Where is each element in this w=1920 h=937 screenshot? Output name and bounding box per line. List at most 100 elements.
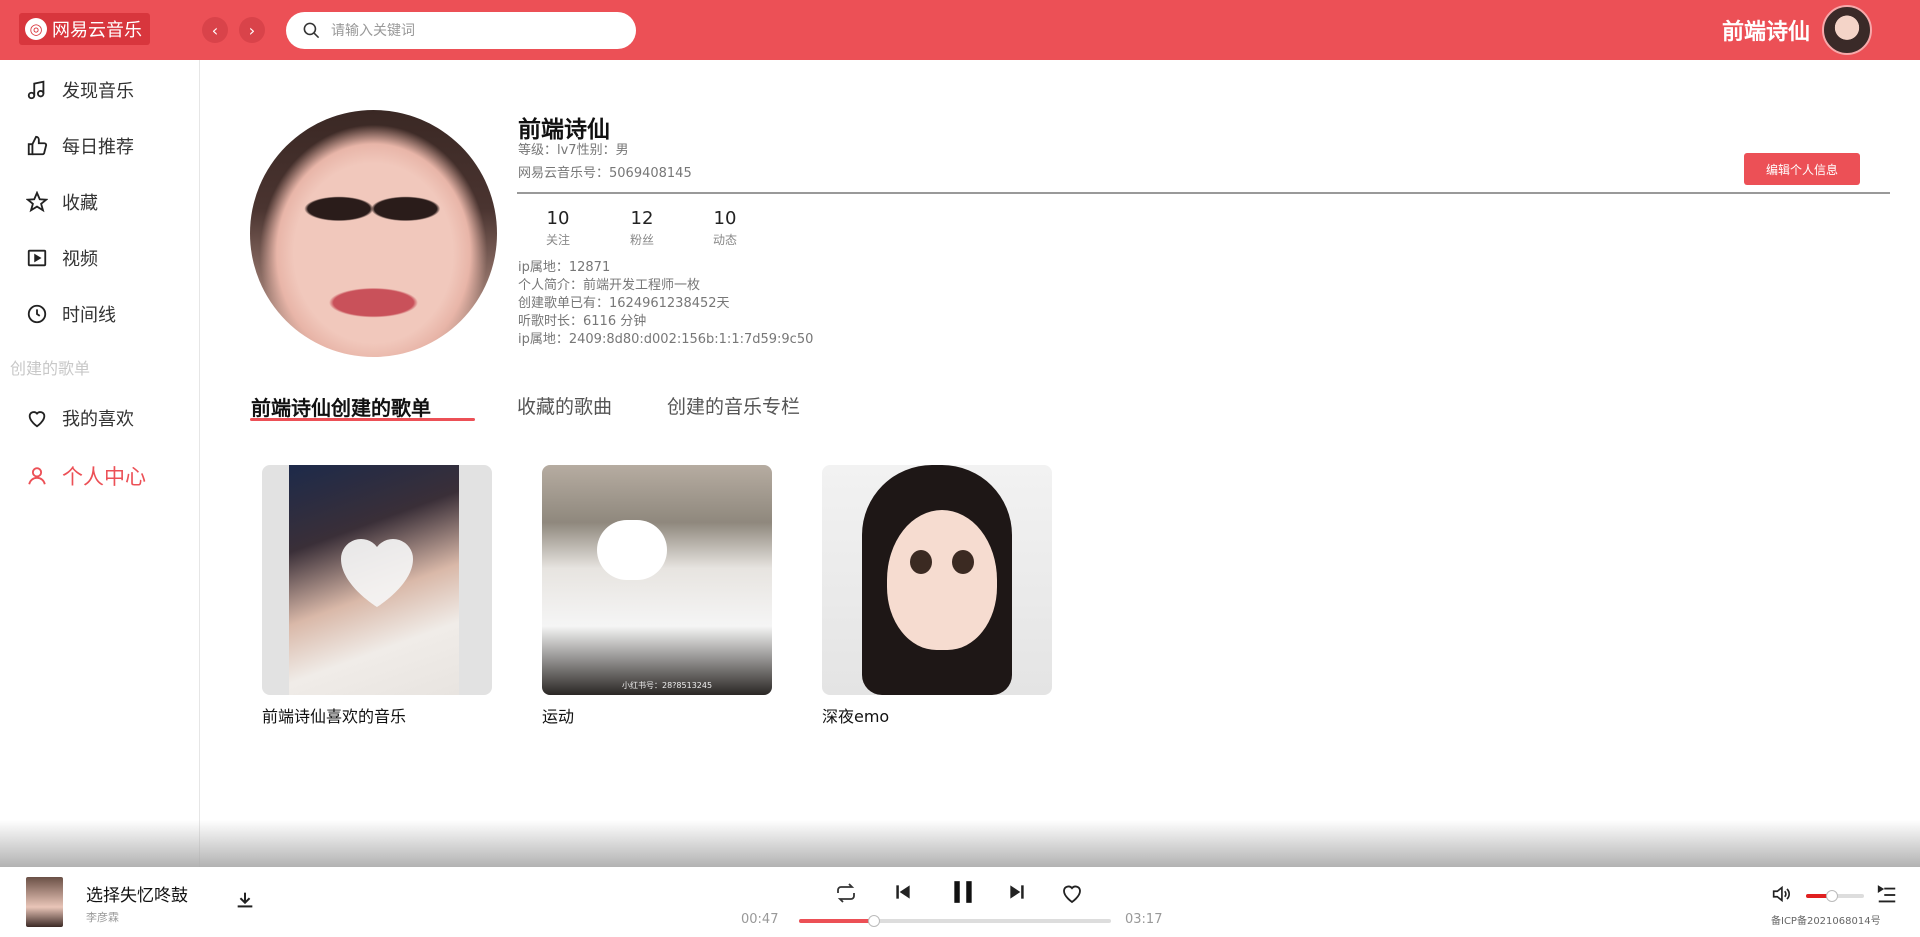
heart-icon	[341, 539, 413, 607]
player-bar: 选择失忆咚鼓 李彦霖 00:47 03:17 备ICP备2021068014号	[0, 867, 1920, 937]
song-cover[interactable]	[26, 877, 63, 927]
netease-music-logo-icon: ◎	[25, 18, 47, 40]
created-playlists-heading: 创建的歌单	[10, 359, 91, 378]
playlist-cover[interactable]	[262, 465, 492, 695]
video-icon	[27, 249, 47, 267]
playlist-cover[interactable]: 小红书号：28?8513245	[542, 465, 772, 695]
app-name: 网易云音乐	[52, 20, 142, 41]
cover-watermark: 小红书号：28?8513245	[622, 681, 713, 690]
search-icon	[303, 22, 320, 39]
sidebar-item-favorites[interactable]: 收藏	[26, 189, 98, 215]
search-input[interactable]	[331, 22, 611, 39]
chevron-left-icon: ‹	[211, 20, 219, 40]
download-icon	[237, 892, 253, 908]
stat-following[interactable]: 10 关注	[528, 208, 588, 248]
forward-button[interactable]: ›	[239, 17, 265, 43]
progress-knob[interactable]	[867, 915, 880, 927]
sidebar-item-label: 个人中心	[62, 465, 146, 489]
thumbs-up-icon	[27, 135, 48, 156]
sidebar-item-label: 我的喜欢	[62, 409, 134, 430]
sidebar: 发现音乐 每日推荐 收藏 视频 时间线 创建的歌单 我的喜欢 个人中心	[0, 60, 200, 867]
stat-label: 关注	[545, 233, 570, 247]
edit-profile-button[interactable]: 编辑个人信息	[1744, 153, 1860, 185]
info-listen-duration: 听歌时长：6116 分钟	[518, 314, 647, 329]
info-bio: 个人简介：前端开发工程师一枚	[518, 278, 701, 293]
previous-button[interactable]	[893, 882, 913, 902]
repeat-button[interactable]	[834, 881, 858, 905]
playlist-cover[interactable]	[822, 465, 1052, 695]
music-note-icon	[27, 80, 45, 100]
sidebar-item-timeline[interactable]: 时间线	[26, 301, 116, 327]
stat-followers[interactable]: 12 粉丝	[612, 208, 672, 248]
header-avatar[interactable]	[1822, 5, 1872, 55]
playlist-card[interactable]: 前端诗仙喜欢的音乐	[262, 465, 492, 727]
playlist-title[interactable]: 深夜emo	[822, 703, 1052, 727]
stat-value: 10	[546, 208, 570, 229]
song-artist[interactable]: 李彦霖	[86, 909, 119, 925]
clock-icon	[27, 304, 47, 324]
song-title[interactable]: 选择失忆咚鼓	[86, 881, 188, 906]
heart-icon	[1063, 885, 1081, 904]
profile-avatar	[250, 110, 497, 357]
player-shadow	[0, 820, 1920, 867]
sidebar-item-label: 发现音乐	[62, 81, 134, 102]
progress-bar[interactable]	[799, 915, 1111, 927]
info-ip-location: ip属地：12871	[518, 260, 611, 275]
skip-next-icon	[1010, 885, 1024, 899]
playlist-card[interactable]: 小红书号：28?8513245 运动	[542, 465, 772, 727]
total-time: 03:17	[1125, 912, 1163, 927]
download-button[interactable]	[234, 889, 256, 911]
star-icon	[26, 191, 48, 213]
heart-icon	[28, 411, 46, 428]
stat-value: 10	[713, 208, 737, 229]
profile-account-id: 网易云音乐号：5069408145	[518, 166, 692, 181]
header-user[interactable]: 前端诗仙	[1722, 5, 1872, 55]
info-ip-address: ip属地：2409:8d80:d002:156b:1:1:7d59:9c50	[518, 332, 814, 347]
sidebar-item-video[interactable]: 视频	[26, 245, 98, 271]
stat-label: 动态	[712, 233, 737, 247]
playlist-queue-icon	[1877, 885, 1896, 903]
volume-button[interactable]	[1770, 883, 1792, 905]
playlist-card[interactable]: 深夜emo	[822, 465, 1052, 727]
user-icon	[28, 467, 46, 485]
active-tab-underline	[250, 418, 475, 421]
sidebar-item-label: 视频	[62, 249, 98, 270]
skip-previous-icon	[896, 885, 910, 899]
sidebar-item-personal-center[interactable]: 个人中心	[26, 461, 146, 491]
info-playlist-days: 创建歌单已有：1624961238452天	[518, 296, 730, 311]
next-button[interactable]	[1007, 882, 1027, 902]
chevron-right-icon: ›	[248, 20, 256, 40]
header-username: 前端诗仙	[1721, 20, 1810, 45]
sidebar-item-discover-music[interactable]: 发现音乐	[26, 77, 134, 103]
playlist-queue-button[interactable]	[1876, 884, 1898, 906]
pause-button[interactable]	[950, 878, 976, 906]
top-header: ◎ 网易云音乐 ‹ › 前端诗仙	[0, 0, 1920, 60]
search-box	[286, 12, 636, 49]
volume-knob[interactable]	[1826, 890, 1839, 902]
sidebar-item-label: 收藏	[62, 193, 98, 214]
sidebar-item-daily-recommend[interactable]: 每日推荐	[26, 133, 134, 159]
back-button[interactable]: ‹	[202, 17, 228, 43]
sidebar-item-my-likes[interactable]: 我的喜欢	[26, 405, 134, 431]
sidebar-item-label: 时间线	[62, 305, 116, 326]
app-logo[interactable]: ◎ 网易云音乐	[19, 13, 150, 45]
tab-created-playlists[interactable]: 前端诗仙创建的歌单	[251, 392, 431, 421]
playlist-title[interactable]: 运动	[542, 703, 772, 727]
current-time: 00:47	[741, 912, 779, 927]
sidebar-item-label: 每日推荐	[62, 137, 134, 158]
playlist-title[interactable]: 前端诗仙喜欢的音乐	[262, 703, 492, 727]
stat-value: 12	[630, 208, 654, 229]
progress-fill	[799, 919, 874, 923]
tab-music-columns[interactable]: 创建的音乐专栏	[667, 392, 800, 419]
stat-posts[interactable]: 10 动态	[695, 208, 755, 248]
pause-icon	[954, 881, 972, 903]
stat-label: 粉丝	[629, 233, 654, 247]
repeat-icon	[837, 883, 855, 903]
profile-divider	[517, 192, 1890, 194]
icp-record[interactable]: 备ICP备2021068014号	[1771, 912, 1881, 927]
like-button[interactable]	[1060, 881, 1084, 905]
volume-icon	[1772, 885, 1790, 903]
tab-collected-songs[interactable]: 收藏的歌曲	[517, 392, 612, 419]
profile-level-gender: 等级：lv7性别：男	[518, 143, 629, 158]
volume-slider[interactable]	[1806, 890, 1864, 902]
